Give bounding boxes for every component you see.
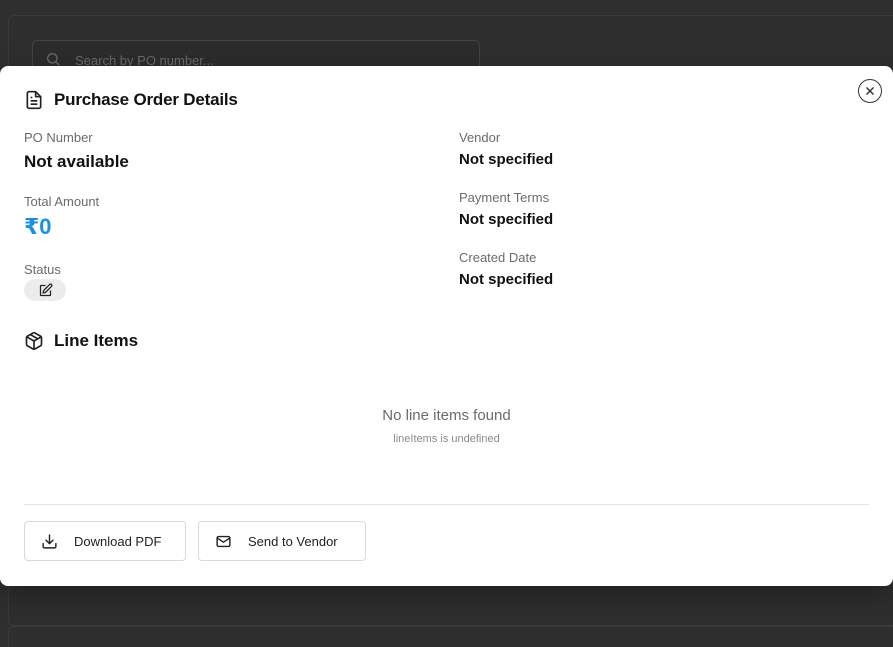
mail-icon xyxy=(215,533,232,550)
close-icon xyxy=(865,86,875,96)
payment-terms-label: Payment Terms xyxy=(459,190,550,205)
empty-state-subtitle: lineItems is undefined xyxy=(393,433,500,445)
background-card-bottom-2 xyxy=(8,626,893,647)
package-icon xyxy=(24,331,44,351)
empty-state-title: No line items found xyxy=(382,407,511,424)
footer-divider xyxy=(24,504,869,505)
purchase-order-modal xyxy=(0,66,893,586)
download-pdf-button[interactable]: Download PDF xyxy=(24,521,186,561)
po-number-value: Not available xyxy=(24,152,129,171)
vendor-value: Not specified xyxy=(459,151,554,168)
send-to-vendor-button[interactable]: Send to Vendor xyxy=(198,521,366,561)
vendor-label: Vendor xyxy=(459,130,501,145)
edit-icon xyxy=(38,283,53,298)
send-to-vendor-label: Send to Vendor xyxy=(248,533,338,549)
download-pdf-label: Download PDF xyxy=(74,533,162,549)
modal-title: Purchase Order Details xyxy=(54,90,238,109)
download-icon xyxy=(41,533,58,550)
created-date-value: Not specified xyxy=(459,271,554,288)
total-amount-value: ₹0 xyxy=(24,214,52,239)
total-amount-label: Total Amount xyxy=(24,194,100,209)
line-items-header: Line Items xyxy=(24,331,138,351)
close-button[interactable] xyxy=(858,79,882,103)
po-number-label: PO Number xyxy=(24,130,93,145)
line-items-title: Line Items xyxy=(54,331,139,350)
created-date-label: Created Date xyxy=(459,250,537,265)
modal-header: Purchase Order Details xyxy=(24,90,238,110)
status-label: Status xyxy=(24,262,61,277)
status-edit-button[interactable] xyxy=(24,279,66,301)
payment-terms-value: Not specified xyxy=(459,211,554,228)
document-icon xyxy=(24,90,44,110)
